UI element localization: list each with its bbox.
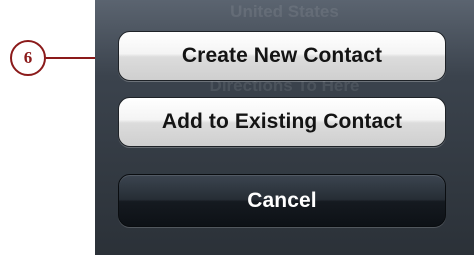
- cancel-button[interactable]: Cancel: [118, 174, 446, 227]
- step-callout-badge: 6: [10, 40, 46, 76]
- background-country-text: United States: [230, 2, 339, 21]
- add-to-existing-contact-button[interactable]: Add to Existing Contact: [118, 97, 446, 147]
- action-sheet: United States Directions To Here Create …: [95, 0, 474, 255]
- create-new-contact-button[interactable]: Create New Contact: [118, 31, 446, 81]
